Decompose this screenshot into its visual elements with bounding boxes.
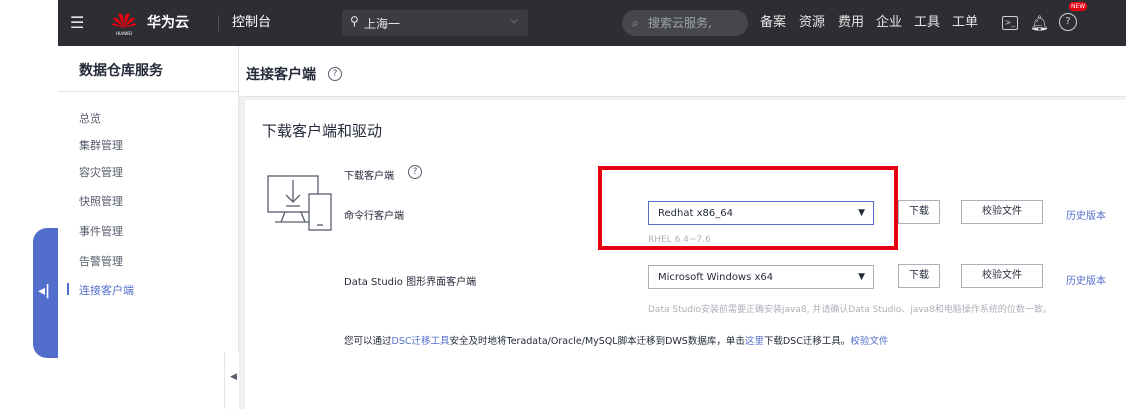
highlight-box [598, 166, 898, 250]
gui-history-link[interactable]: 历史版本 [1066, 272, 1106, 287]
sidebar-item-cluster-management[interactable]: 集群管理 [79, 137, 123, 153]
caret-left-icon: ◀ [230, 372, 237, 382]
gui-client-label: Data Studio 图形界面客户端 [344, 277, 477, 288]
new-badge: NEW [1069, 2, 1088, 11]
brand-name[interactable]: 华为云 [147, 0, 189, 46]
menu-resources[interactable]: 资源 [799, 0, 825, 46]
help-center-icon[interactable]: ? [1059, 13, 1077, 31]
gui-download-button[interactable]: 下载 [898, 264, 940, 288]
question-icon[interactable]: ? [328, 67, 342, 81]
cli-history-link[interactable]: 历史版本 [1066, 207, 1106, 222]
region-selector[interactable]: ⚲ 上海一 ⌵ [342, 10, 528, 36]
section-title: 下载客户端和驱动 [262, 122, 383, 140]
sidebar-divider [58, 91, 238, 92]
search-placeholder: 搜索云服务, [648, 16, 712, 30]
download-card: 下载客户端和驱动 下载客户端 ? 命令行客户端 Redhat x86_64 ▼ … [245, 100, 1126, 409]
bell-icon[interactable]: 🔔︎ [1030, 0, 1049, 46]
menu-tickets[interactable]: 工单 [952, 0, 978, 46]
cli-checksum-button[interactable]: 校验文件 [961, 200, 1043, 224]
location-pin-icon: ⚲ [350, 14, 359, 28]
dropdown-arrow-icon: ▼ [858, 272, 865, 282]
region-label: 上海一 [364, 17, 401, 31]
gui-os-select[interactable]: Microsoft Windows x64 ▼ [648, 265, 874, 289]
collapse-left-icon: ◂| [38, 283, 51, 299]
console-link[interactable]: 控制台 [232, 0, 271, 46]
sidebar-item-event-management[interactable]: 事件管理 [79, 223, 123, 239]
sidebar-item-disaster-recovery[interactable]: 容灾管理 [79, 164, 123, 180]
huawei-logo[interactable]: HUAWEI [110, 10, 138, 36]
menu-tools[interactable]: 工具 [914, 0, 940, 46]
download-here-link[interactable]: 这里 [745, 336, 764, 347]
top-navigation-bar: ☰ HUAWEI 华为云 控制台 ⚲ 上海一 ⌵ ⌕ 搜索云服务, 备案 资源 … [58, 0, 1126, 46]
dsc-tool-link[interactable]: DSC迁移工具 [392, 336, 450, 347]
gui-requirement-hint: Data Studio安装前需要正确安装java8, 并请确认Data Stud… [648, 305, 1052, 315]
gui-os-selected: Microsoft Windows x64 [658, 272, 774, 283]
cli-client-label: 命令行客户端 [344, 211, 404, 222]
dsc-migration-note: 您可以通过DSC迁移工具安全及时地将Teradata/Oracle/MySQL脚… [344, 333, 888, 347]
menu-billing[interactable]: 费用 [838, 0, 864, 46]
menu-beian[interactable]: 备案 [760, 0, 786, 46]
sidebar-toggle[interactable]: ◀ [224, 352, 239, 409]
client-download-icon [267, 172, 335, 234]
search-icon: ⌕ [632, 16, 639, 30]
sidebar: 数据仓库服务 总览 集群管理 容灾管理 快照管理 事件管理 告警管理 连接客户端 [58, 46, 239, 409]
sidebar-item-alarm-management[interactable]: 告警管理 [79, 253, 123, 269]
chevron-down-icon: ⌵ [510, 15, 518, 26]
download-client-label: 下载客户端 [344, 171, 394, 182]
cli-download-button[interactable]: 下载 [898, 200, 940, 224]
dsc-checksum-link[interactable]: 校验文件 [850, 336, 888, 347]
page-title: 连接客户端 [246, 67, 316, 83]
hamburger-menu-icon[interactable]: ☰ [70, 0, 84, 46]
gui-checksum-button[interactable]: 校验文件 [961, 264, 1043, 288]
menu-enterprise[interactable]: 企业 [876, 0, 902, 46]
sidebar-item-snapshot-management[interactable]: 快照管理 [79, 193, 123, 209]
collapse-sidebar-tab[interactable]: ◂| [33, 228, 58, 358]
note-prefix: 您可以通过 [344, 336, 392, 347]
question-icon[interactable]: ? [408, 165, 422, 179]
note-middle: 安全及时地将Teradata/Oracle/MySQL脚本迁移到DWS数据库，单… [449, 336, 745, 347]
cloud-shell-icon[interactable]: >_ [1002, 16, 1018, 30]
sidebar-item-connect-client[interactable]: 连接客户端 [79, 282, 134, 298]
svg-text:HUAWEI: HUAWEI [116, 31, 132, 36]
note-suffix: 下载DSC迁移工具。 [763, 336, 851, 347]
sidebar-title: 数据仓库服务 [79, 63, 163, 79]
page-header: 连接客户端 ? [239, 46, 1126, 97]
search-box[interactable]: ⌕ 搜索云服务, [622, 10, 748, 36]
active-indicator [67, 283, 69, 295]
sidebar-item-overview[interactable]: 总览 [79, 110, 101, 126]
